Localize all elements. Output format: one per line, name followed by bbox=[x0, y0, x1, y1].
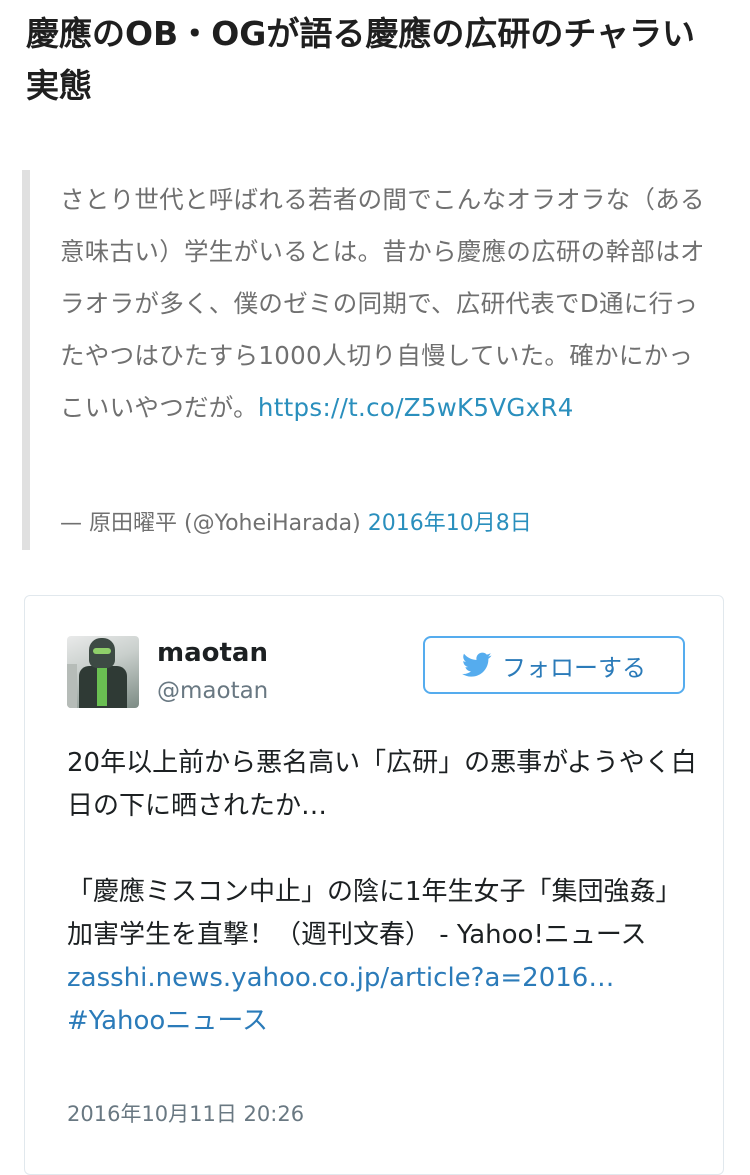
quote-text: さとり世代と呼ばれる若者の間でこんなオラオラな（ある意味古い）学生がいるとは。昔… bbox=[60, 185, 705, 422]
quote-author: — 原田曜平 (@YoheiHarada) bbox=[60, 511, 361, 536]
tweet-timestamp[interactable]: 2016年10月11日 20:26 bbox=[67, 1098, 304, 1128]
tweet-article-link[interactable]: zasshi.news.yahoo.co.jp/article?a=2016… bbox=[67, 963, 614, 993]
tweet-hashtag[interactable]: #Yahooニュース bbox=[67, 1006, 268, 1036]
follow-button[interactable]: フォローする bbox=[423, 636, 685, 694]
article-title: 慶應のOB・OGが語る慶應の広研のチャラい実態 bbox=[26, 14, 696, 105]
quote-link[interactable]: https://t.co/Z5wK5VGxR4 bbox=[258, 393, 574, 422]
follow-button-label: フォローする bbox=[502, 653, 646, 682]
tweet-author-handle[interactable]: @maotan bbox=[157, 678, 268, 704]
tweet-card: maotan @maotan フォローする 20年以上前から悪名高い「広研」の悪… bbox=[24, 595, 724, 1175]
quote-date-link[interactable]: 2016年10月8日 bbox=[368, 511, 532, 536]
quote-text-block: さとり世代と呼ばれる若者の間でこんなオラオラな（ある意味古い）学生がいるとは。昔… bbox=[60, 174, 710, 434]
quote-source: — 原田曜平 (@YoheiHarada) 2016年10月8日 bbox=[60, 504, 710, 544]
tweet-line-2: 「慶應ミスコン中止」の陰に1年生女子「集団強姦」 加害学生を直撃！（週刊文春） … bbox=[67, 877, 695, 950]
embedded-quote: さとり世代と呼ばれる若者の間でこんなオラオラな（ある意味古い）学生がいるとは。昔… bbox=[22, 170, 720, 550]
tweet-author-name[interactable]: maotan bbox=[157, 638, 268, 668]
twitter-bird-icon bbox=[462, 652, 492, 677]
avatar[interactable] bbox=[67, 636, 139, 708]
tweet-line-1: 20年以上前から悪名高い「広研」の悪事がようやく白日の下に晒されたか… bbox=[67, 748, 697, 821]
tweet-text: 20年以上前から悪名高い「広研」の悪事がようやく白日の下に晒されたか… 「慶應ミ… bbox=[67, 742, 697, 1043]
